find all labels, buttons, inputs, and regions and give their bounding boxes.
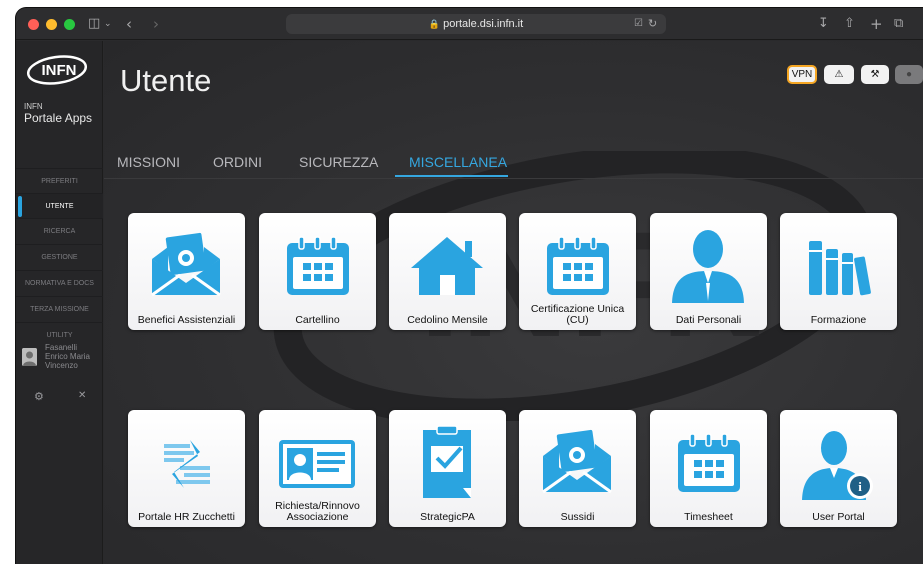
warning-icon: ⚠ bbox=[834, 69, 844, 80]
close-window-button[interactable] bbox=[28, 19, 39, 30]
warning-button[interactable]: ⚠ bbox=[824, 65, 854, 84]
tile-label: Formazione bbox=[810, 314, 867, 326]
sidebar-item-ricerca[interactable]: RICERCA bbox=[16, 218, 103, 243]
tile-cartellino[interactable]: Cartellino bbox=[259, 213, 376, 330]
person-icon bbox=[672, 230, 744, 303]
id-card-icon bbox=[279, 440, 355, 488]
tile-label: StrategicPA bbox=[420, 511, 475, 523]
zucchetti-logo-icon bbox=[164, 440, 210, 488]
lock-icon: 🔒 bbox=[428, 19, 441, 29]
tile-label: Benefici Assistenziali bbox=[137, 314, 236, 326]
tab-sicurezza[interactable]: SICUREZZA bbox=[299, 154, 378, 170]
envelope-money-icon bbox=[542, 429, 612, 494]
tile-label: Cartellino bbox=[295, 314, 340, 326]
zoom-window-button[interactable] bbox=[64, 19, 75, 30]
new-tab-icon[interactable]: + bbox=[870, 15, 883, 33]
main-content: INFN Utente VPN ⚠ ⚒ ● MISSIONI ORDINI SI… bbox=[104, 41, 923, 564]
tab-missioni[interactable]: MISSIONI bbox=[117, 154, 180, 170]
minimize-window-button[interactable] bbox=[46, 19, 57, 30]
tile-formazione[interactable]: Formazione bbox=[780, 213, 897, 330]
page-title: Utente bbox=[120, 63, 212, 98]
tile-richiesta-rinnovo-associazione[interactable]: Richiesta/Rinnovo Associazione bbox=[259, 410, 376, 527]
back-icon[interactable]: ‹ bbox=[126, 15, 132, 33]
tile-label: User Portal bbox=[812, 511, 865, 523]
tile-strategicpa[interactable]: StrategicPA bbox=[389, 410, 506, 527]
sidebar-item-preferiti[interactable]: PREFERITI bbox=[16, 168, 103, 193]
brand-title: Portale Apps bbox=[24, 111, 93, 125]
url-text: portale.dsi.infn.it bbox=[443, 18, 524, 30]
browser-toolbar: ◫ ⌄ ‹ › 🔒 portale.dsi.infn.it ☑ ↻ ↧ ⇧ + … bbox=[16, 8, 923, 40]
tile-certificazione-unica[interactable]: Certificazione Unica (CU) bbox=[519, 213, 636, 330]
tab-ordini[interactable]: ORDINI bbox=[213, 154, 262, 170]
svg-text:i: i bbox=[858, 479, 862, 494]
tile-label: Timesheet bbox=[684, 511, 733, 523]
address-bar[interactable]: 🔒 portale.dsi.infn.it bbox=[286, 14, 666, 34]
tile-label: Richiesta/Rinnovo Associazione bbox=[275, 500, 360, 523]
tile-label: Dati Personali bbox=[675, 314, 742, 326]
tile-benefici-assistenziali[interactable]: Benefici Assistenziali bbox=[128, 213, 245, 330]
tile-cedolino-mensile[interactable]: Cedolino Mensile bbox=[389, 213, 506, 330]
avatar[interactable] bbox=[22, 348, 37, 366]
tile-label: Portale HR Zucchetti bbox=[138, 511, 235, 523]
tile-sussidi[interactable]: Sussidi bbox=[519, 410, 636, 527]
active-tab-indicator bbox=[395, 175, 508, 177]
tab-miscellanea[interactable]: MISCELLANEA bbox=[409, 154, 507, 170]
house-icon bbox=[411, 237, 483, 295]
sidebar: INFN INFN Portale Apps PREFERITI UTENTE … bbox=[16, 41, 103, 564]
infn-logo[interactable]: INFN bbox=[26, 55, 88, 85]
toggle-icon: ● bbox=[905, 69, 913, 80]
brand-small: INFN bbox=[24, 102, 43, 111]
tabs-divider bbox=[104, 178, 923, 179]
sidebar-item-terza-missione[interactable]: TERZA MISSIONE bbox=[16, 296, 103, 321]
tile-label: Certificazione Unica (CU) bbox=[530, 303, 625, 326]
user-info-icon: i bbox=[802, 431, 873, 500]
vpn-button[interactable]: VPN bbox=[787, 65, 817, 84]
tile-user-portal[interactable]: i User Portal bbox=[780, 410, 897, 527]
sidebar-item-normativa[interactable]: NORMATIVA E DOCS bbox=[16, 270, 103, 295]
chevron-down-icon[interactable]: ⌄ bbox=[104, 15, 112, 33]
calendar-icon bbox=[287, 236, 349, 295]
reload-icon[interactable]: ↻ bbox=[648, 15, 657, 33]
tile-timesheet[interactable]: Timesheet bbox=[650, 410, 767, 527]
calendar-icon bbox=[678, 433, 740, 492]
tools-icon: ⚒ bbox=[870, 69, 880, 80]
tile-portale-hr-zucchetti[interactable]: Portale HR Zucchetti bbox=[128, 410, 245, 527]
calendar-icon bbox=[547, 236, 609, 295]
clipboard-check-icon bbox=[423, 425, 471, 498]
forward-icon[interactable]: › bbox=[153, 15, 159, 33]
sidebar-item-gestione[interactable]: GESTIONE bbox=[16, 244, 103, 269]
tile-label: Sussidi bbox=[560, 511, 595, 523]
toggle-button[interactable]: ● bbox=[895, 65, 923, 84]
sidebar-toggle-icon[interactable]: ◫ bbox=[88, 15, 100, 33]
logo-text: INFN bbox=[42, 62, 77, 79]
browser-window: ◫ ⌄ ‹ › 🔒 portale.dsi.infn.it ☑ ↻ ↧ ⇧ + … bbox=[16, 8, 923, 564]
tabs-overview-icon[interactable]: ⧉ bbox=[894, 15, 903, 33]
sidebar-item-utente[interactable]: UTENTE bbox=[16, 193, 103, 218]
books-icon bbox=[809, 241, 871, 296]
gear-icon[interactable]: ⚙ bbox=[34, 390, 44, 403]
close-icon[interactable]: ✕ bbox=[78, 390, 86, 401]
download-icon[interactable]: ↧ bbox=[818, 15, 829, 33]
user-name[interactable]: Fasanelli Enrico Maria Vincenzo bbox=[45, 343, 100, 370]
tile-dati-personali[interactable]: Dati Personali bbox=[650, 213, 767, 330]
tile-label: Cedolino Mensile bbox=[407, 314, 488, 326]
envelope-money-icon bbox=[151, 232, 221, 297]
translate-icon[interactable]: ☑ bbox=[634, 15, 643, 33]
tools-button[interactable]: ⚒ bbox=[861, 65, 889, 84]
share-icon[interactable]: ⇧ bbox=[844, 15, 855, 33]
